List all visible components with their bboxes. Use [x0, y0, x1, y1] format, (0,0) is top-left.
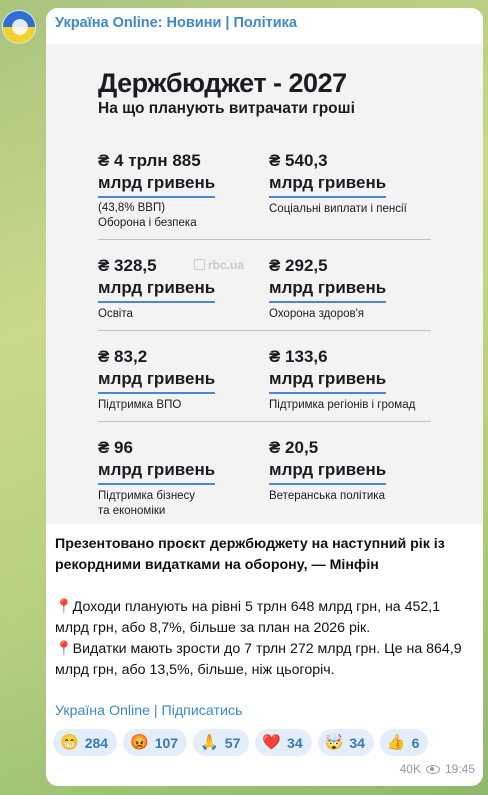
channel-title[interactable]: Україна Online: Новини | Політика: [55, 15, 297, 31]
item-unit: млрд гривень: [98, 172, 216, 198]
item-unit: млрд гривень: [269, 368, 387, 394]
reaction-mindblown[interactable]: 🤯 34: [317, 729, 374, 756]
item-amount: ₴ 540,3: [269, 151, 328, 170]
item-unit: млрд гривень: [98, 459, 216, 485]
divider: [98, 421, 431, 422]
pin-icon: 📍: [55, 599, 73, 615]
eye-icon: [425, 764, 440, 774]
heart-emoji-icon: ❤️: [262, 734, 282, 751]
item-category: Охорона здоров'я: [269, 308, 365, 320]
reaction-count: 107: [154, 734, 179, 751]
budget-item-idp: ₴ 83,2 млрд гривень Підтримка ВПО: [98, 346, 263, 413]
item-amount: ₴ 133,6: [269, 347, 328, 366]
item-amount: ₴ 96: [98, 438, 133, 457]
reaction-count: 6: [411, 734, 420, 751]
item-amount: ₴ 20,5: [269, 438, 319, 457]
budget-item-education: ₴ 328,5 млрд гривень Освіта: [98, 255, 263, 322]
message-bubble: Україна Online: Новини | Політика Держбю…: [46, 8, 483, 786]
pray-emoji-icon: 🙏: [200, 734, 219, 751]
reaction-count: 34: [349, 734, 365, 751]
budget-item-defense: ₴ 4 трлн 885 млрд гривень (43,8% ВВП) Об…: [98, 150, 263, 231]
item-category: Підтримка регіонів і громад: [269, 399, 416, 411]
message-point-expenses: 📍Видатки мають зрости до 7 трлн 272 млрд…: [55, 641, 462, 678]
item-category: Оборона і безпека: [98, 217, 197, 229]
item-unit: млрд гривень: [98, 368, 216, 394]
globe-icon: [12, 19, 28, 35]
reaction-count: 57: [224, 734, 241, 751]
item-category: Соціальні виплати і пенсії: [269, 203, 407, 215]
budget-item-business: ₴ 96 млрд гривень Підтримка бізнесу та е…: [98, 437, 263, 519]
reaction-grin[interactable]: 😁 284: [53, 729, 118, 756]
item-category: Підтримка ВПО: [98, 399, 182, 411]
message-point-income: 📍Доходи планують на рівні 5 трлн 648 млр…: [55, 599, 441, 636]
view-count: 40K: [399, 762, 421, 776]
budget-item-social: ₴ 540,3 млрд гривень Соціальні виплати і…: [269, 150, 434, 217]
divider: [98, 239, 431, 240]
item-amount: ₴ 83,2: [98, 347, 148, 366]
divider: [98, 330, 431, 331]
reaction-pray[interactable]: 🙏 57: [193, 729, 250, 756]
item-unit: млрд гривень: [269, 172, 387, 198]
mindblown-emoji-icon: 🤯: [324, 734, 344, 751]
grin-emoji-icon: 😁: [60, 734, 79, 751]
item-note: (43,8% ВВП): [98, 202, 166, 214]
message-text: Презентовано проєкт держбюджету на насту…: [55, 534, 475, 681]
budget-item-veterans: ₴ 20,5 млрд гривень Ветеранська політика: [269, 437, 434, 504]
angry-emoji-icon: 😡: [130, 734, 149, 751]
reactions-bar: 😁 284 😡 107 🙏 57 ❤️ 34 🤯 34 👍 6: [53, 729, 429, 756]
reaction-count: 284: [84, 734, 109, 751]
infographic-subtitle: На що планують витрачати гроші: [98, 100, 355, 117]
reaction-heart[interactable]: ❤️ 34: [255, 729, 312, 756]
item-unit: млрд гривень: [269, 277, 387, 303]
reaction-angry[interactable]: 😡 107: [123, 729, 188, 756]
message-lead: Презентовано проєкт держбюджету на насту…: [55, 536, 445, 573]
subscribe-link[interactable]: Україна Online | Підписатись: [55, 703, 242, 719]
budget-item-regions: ₴ 133,6 млрд гривень Підтримка регіонів …: [269, 346, 469, 413]
item-amount: ₴ 328,5: [98, 256, 157, 275]
pin-icon: 📍: [55, 641, 73, 657]
infographic-title: Держбюджет - 2027: [98, 68, 347, 98]
channel-avatar[interactable]: [2, 10, 36, 44]
reaction-count: 34: [287, 734, 303, 751]
item-amount: ₴ 4 трлн 885: [98, 151, 201, 170]
item-category: Підтримка бізнесу та економіки: [98, 490, 196, 517]
item-category: Ветеранська політика: [269, 490, 385, 502]
message-meta: 40K 19:45: [400, 762, 475, 776]
item-category: Освіта: [98, 308, 133, 320]
item-unit: млрд гривень: [269, 459, 387, 485]
item-unit: млрд гривень: [98, 277, 216, 303]
item-amount: ₴ 292,5: [269, 256, 328, 275]
message-time: 19:45: [444, 762, 475, 776]
budget-item-health: ₴ 292,5 млрд гривень Охорона здоров'я: [269, 255, 434, 322]
reaction-thumbsup[interactable]: 👍 6: [379, 729, 429, 756]
thumbsup-emoji-icon: 👍: [386, 734, 406, 751]
budget-infographic[interactable]: Держбюджет - 2027 На що планують витрача…: [46, 44, 483, 524]
